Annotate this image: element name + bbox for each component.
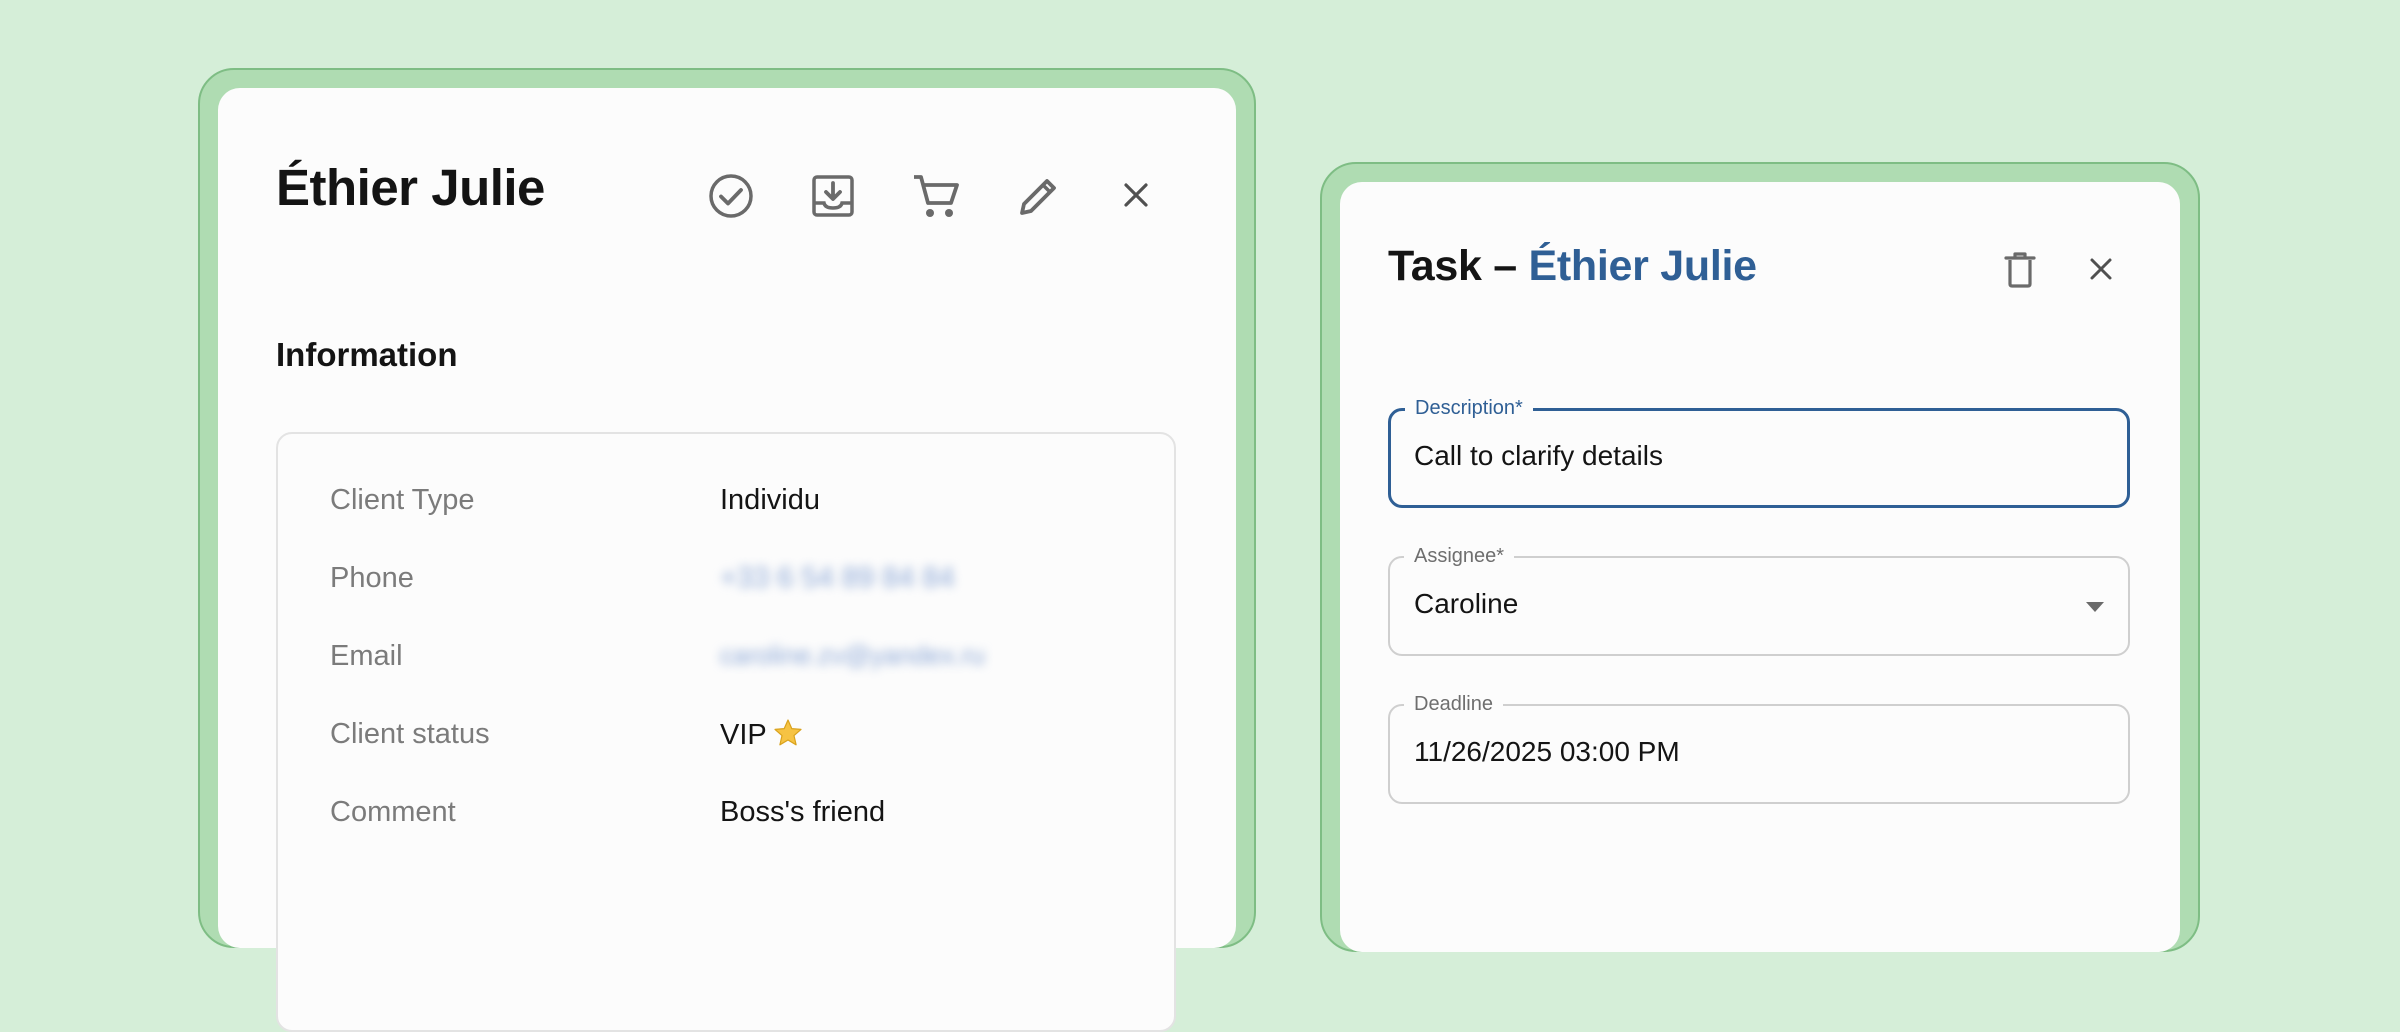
description-field[interactable]: Description* Call to clarify details [1388, 396, 2130, 508]
delete-task-button[interactable] [1992, 242, 2048, 298]
pencil-icon [1020, 179, 1056, 215]
star-icon [773, 718, 803, 756]
complete-button[interactable] [701, 166, 761, 226]
description-input[interactable]: Call to clarify details [1414, 440, 1663, 472]
deadline-label: Deadline [1404, 692, 1503, 716]
description-label: Description* [1405, 396, 1533, 420]
cart-button[interactable] [906, 166, 966, 226]
client-name-title: Éthier Julie [276, 159, 545, 216]
assignee-value: Caroline [1414, 588, 1519, 619]
client-status-value: VIP [720, 719, 767, 751]
email-value: caroline.zv@yandex.ru [720, 640, 985, 670]
phone-value: +33 6 54 89 84 84 [720, 562, 955, 594]
check-circle-icon [709, 174, 753, 218]
information-section-title: Information [276, 336, 458, 373]
cart-icon [914, 175, 959, 217]
task-title-prefix: Task – [1388, 242, 1529, 290]
trash-icon [2004, 252, 2036, 288]
client-status-row: VIP [720, 718, 803, 756]
close-icon [1124, 183, 1148, 207]
email-label: Email [330, 640, 403, 672]
archive-button[interactable] [803, 166, 863, 226]
task-card: Task – Éthier Julie Description* Call to… [1340, 182, 2180, 952]
assignee-label: Assignee* [1404, 544, 1515, 568]
task-title: Task – Éthier Julie [1388, 242, 1757, 291]
close-task-button[interactable] [2076, 244, 2126, 294]
dropdown-arrow-icon[interactable] [2086, 602, 2104, 612]
client-details-card: Éthier Julie Information Client Type Ind… [218, 88, 1236, 1032]
client-type-value: Individu [720, 484, 820, 516]
archive-download-icon [812, 175, 854, 217]
deadline-input[interactable]: 11/26/2025 03:00 PM [1414, 736, 1680, 768]
comment-label: Comment [330, 796, 456, 828]
assignee-select[interactable]: Assignee* Caroline [1388, 544, 2130, 656]
task-title-client: Éthier Julie [1528, 242, 1758, 290]
close-client-button[interactable] [1111, 170, 1161, 220]
client-status-label: Client status [330, 718, 490, 750]
comment-value: Boss's friend [720, 796, 886, 828]
edit-button[interactable] [1009, 166, 1069, 226]
deadline-field[interactable]: Deadline 11/26/2025 03:00 PM [1388, 692, 2130, 804]
phone-label: Phone [330, 562, 414, 594]
client-type-label: Client Type [330, 484, 475, 516]
close-icon [2090, 258, 2112, 280]
information-box: Client Type Individu Phone +33 6 54 89 8… [276, 432, 1176, 1032]
